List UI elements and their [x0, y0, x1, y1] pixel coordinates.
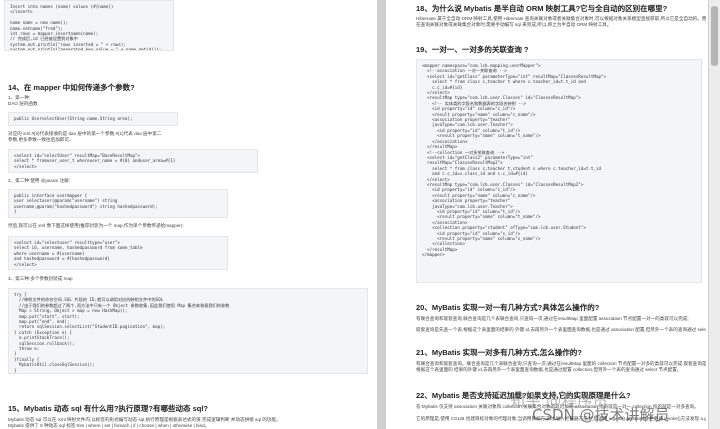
- vertical-scrollbar[interactable]: [708, 0, 720, 429]
- code-line: }: [14, 209, 17, 215]
- code-block-dao: public UserselectUser(String name,String…: [8, 112, 178, 126]
- text-q18-p2: 在查询关联对象或关联集合对象时,需要手动编写 sql 来完成,所以,称之为半自动…: [416, 22, 612, 27]
- scrollbar-thumb[interactable]: [711, 6, 718, 66]
- text-q21-p2: 根据这个表里面的 结果的外键 id,去再另外一个表里面查询数据,也是通过配置 c…: [416, 367, 682, 372]
- code-block-select2: <select id="selectuser" resulttype="user…: [8, 236, 228, 270]
- code-line: public UserselectUser(String name,String…: [14, 116, 133, 121]
- page-left[interactable]: Insert into names (name) values (#{name}…: [0, 0, 377, 429]
- code-block-insert: Insert into names (name) values (#{name}…: [4, 0, 174, 51]
- code-block-mapper: <mapper namespace="com.lcb.mapping.userM…: [416, 59, 702, 283]
- code-line: </select>: [14, 261, 37, 267]
- text-q14-sub1b: DAO 层的函数: [8, 101, 38, 106]
- text-q15-p2: Mybatis 提供了 9 种动态 sql 标签:trim | where | …: [8, 423, 210, 428]
- heading-q19: 19、一对一、一对多的关联查询 ?: [416, 45, 529, 54]
- text-q20-p: 有联合查询和嵌套查询,联合查询是几个表联合查询,只查询一次,通过在resultM…: [416, 316, 689, 321]
- page-right[interactable]: 18、为什么说 Mybatis 是半自动 ORM 映射工具?它与全自动的区别在哪…: [386, 0, 708, 429]
- text-q14-sub3: 3、第三种:多个参数封装成 map: [8, 276, 73, 281]
- text-q14-p3: 然后,就可以在 xml 像下面这样使用(推荐封装为一个 map,作为单个参数传递…: [8, 223, 184, 228]
- page-gutter: [377, 0, 386, 429]
- text-q20-p2: 嵌套查询是先查一个表,根据这个表里面的结果的 外键 id,去再另外一个表里面查询…: [416, 327, 706, 332]
- text-q14-p2: 参数,更多参数一致往后加即可。: [8, 137, 74, 142]
- code-block-map: try { //映射文件的命名空间.SQL 片段的 ID,就可以调用对应的映射文…: [8, 288, 368, 374]
- text-q14-sub2: 2、第二种:使用 @param 注解:: [8, 178, 71, 183]
- code-block-select1: <select id="selectUser" resultMap="BaseR…: [8, 149, 258, 173]
- code-block-interface: public interface usermapper {user select…: [8, 189, 228, 218]
- code-line: </select>: [14, 163, 37, 169]
- heading-q15: 15、Mybatis 动态 sql 有什么用?执行原理?有哪些动态 sql?: [8, 404, 209, 413]
- heading-q14: 14、在 mapper 中如何传递多个参数?: [8, 83, 135, 92]
- code-line: }: [14, 367, 17, 373]
- document-viewer: Insert into names (name) values (#{name}…: [0, 0, 720, 429]
- watermark-csdn: CSDN @技术讲解员: [532, 406, 670, 424]
- heading-q18: 18、为什么说 Mybatis 是半自动 ORM 映射工具?它与全自动的区别在哪…: [416, 4, 668, 13]
- heading-q21: 21、MyBatis 实现一对多有几种方式,怎么操作的?: [416, 348, 582, 357]
- code-line: system.out.println("generated key value …: [10, 47, 162, 51]
- heading-q20: 20、MyBatis 实现一对一有几种方式?具体怎么操作的?: [416, 303, 600, 312]
- code-line: </mapper>: [422, 252, 445, 258]
